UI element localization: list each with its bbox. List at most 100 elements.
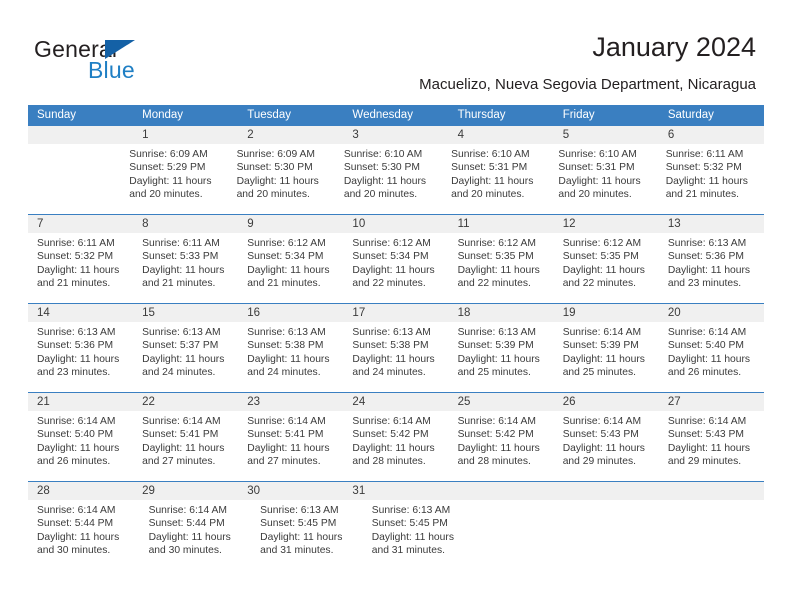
day-cell[interactable]: Sunrise: 6:13 AM Sunset: 5:45 PM Daylight:…: [363, 500, 475, 570]
day-number[interactable]: 13: [659, 215, 764, 233]
day-cell[interactable]: Sunrise: 6:13 AM Sunset: 5:39 PM Daylight:…: [449, 322, 554, 392]
sunset-text: Sunset: 5:36 PM: [667, 251, 744, 263]
weekday-header-tuesday: Tuesday: [247, 109, 291, 121]
weekday-header-wednesday: Wednesday: [352, 109, 413, 121]
day-number[interactable]: 12: [554, 215, 659, 233]
daylight-text: Daylight: 11 hours and 21 minutes.: [37, 264, 120, 289]
daylight-text: Daylight: 11 hours and 31 minutes.: [371, 531, 454, 556]
day-cell[interactable]: Sunrise: 6:12 AM Sunset: 5:35 PM Daylight:…: [554, 233, 659, 303]
day-number[interactable]: 1: [133, 126, 238, 144]
calendar-weeks: 1 2 3 4 5 6 Sunrise: 6:09 AM Sunset: 5:29 PM Day…: [28, 126, 764, 570]
day-cell[interactable]: Sunrise: 6:14 AM Sunset: 5:40 PM Daylight:…: [28, 411, 133, 481]
sunset-text: Sunset: 5:44 PM: [37, 518, 114, 530]
page-title: January 2024: [592, 32, 756, 62]
day-number[interactable]: 5: [554, 126, 659, 144]
sunrise-text: Sunrise: 6:13 AM: [667, 238, 747, 249]
day-number[interactable]: 17: [343, 304, 448, 322]
sunrise-text: Sunrise: 6:13 AM: [142, 327, 221, 338]
day-cell[interactable]: Sunrise: 6:11 AM Sunset: 5:32 PM Daylight:…: [657, 144, 764, 214]
daylight-text: Daylight: 11 hours and 26 minutes.: [37, 442, 120, 467]
day-cell[interactable]: Sunrise: 6:13 AM Sunset: 5:38 PM Daylight:…: [343, 322, 448, 392]
sunrise-text: Sunrise: 6:12 AM: [247, 238, 326, 249]
day-number[interactable]: 4: [449, 126, 554, 144]
day-number[interactable]: 3: [343, 126, 448, 144]
day-number[interactable]: 30: [238, 482, 343, 500]
day-cell[interactable]: Sunrise: 6:14 AM Sunset: 5:41 PM Daylight:…: [133, 411, 238, 481]
sunrise-text: Sunrise: 6:14 AM: [142, 416, 221, 427]
day-cell[interactable]: Sunrise: 6:11 AM Sunset: 5:32 PM Daylight:…: [28, 233, 133, 303]
day-cell-empty: [571, 500, 668, 570]
sunrise-text: Sunrise: 6:10 AM: [451, 149, 530, 160]
day-detail-row: Sunrise: 6:09 AM Sunset: 5:29 PM Daylight:…: [28, 144, 764, 214]
day-number[interactable]: 23: [238, 393, 343, 411]
day-cell[interactable]: Sunrise: 6:10 AM Sunset: 5:31 PM Daylight:…: [442, 144, 549, 214]
calendar-week-row: 1 2 3 4 5 6 Sunrise: 6:09 AM Sunset: 5:29 PM Day…: [28, 126, 764, 214]
general-blue-logo[interactable]: General Blue: [34, 36, 214, 88]
day-cell[interactable]: Sunrise: 6:14 AM Sunset: 5:41 PM Daylight:…: [238, 411, 343, 481]
day-number[interactable]: 27: [659, 393, 764, 411]
day-number[interactable]: 10: [343, 215, 448, 233]
day-number[interactable]: 15: [133, 304, 238, 322]
day-cell[interactable]: Sunrise: 6:14 AM Sunset: 5:44 PM Daylight:…: [28, 500, 140, 570]
daylight-text: Daylight: 11 hours and 24 minutes.: [247, 353, 330, 378]
day-cell[interactable]: Sunrise: 6:13 AM Sunset: 5:38 PM Daylight:…: [238, 322, 343, 392]
day-cell[interactable]: Sunrise: 6:13 AM Sunset: 5:36 PM Daylight:…: [659, 233, 764, 303]
day-number[interactable]: 24: [343, 393, 448, 411]
day-cell[interactable]: Sunrise: 6:13 AM Sunset: 5:37 PM Daylight:…: [133, 322, 238, 392]
day-number[interactable]: 29: [133, 482, 238, 500]
day-number[interactable]: 18: [449, 304, 554, 322]
day-cell[interactable]: Sunrise: 6:14 AM Sunset: 5:43 PM Daylight:…: [659, 411, 764, 481]
day-cell[interactable]: Sunrise: 6:09 AM Sunset: 5:29 PM Daylight:…: [120, 144, 227, 214]
sunset-text: Sunset: 5:38 PM: [247, 340, 324, 352]
daylight-text: Daylight: 11 hours and 22 minutes.: [562, 264, 645, 289]
day-cell[interactable]: Sunrise: 6:14 AM Sunset: 5:42 PM Daylight:…: [343, 411, 448, 481]
daylight-text: Daylight: 11 hours and 30 minutes.: [148, 531, 231, 556]
day-number[interactable]: 21: [28, 393, 133, 411]
day-cell[interactable]: Sunrise: 6:14 AM Sunset: 5:42 PM Daylight:…: [449, 411, 554, 481]
weekday-header-thursday: Thursday: [457, 109, 506, 121]
weekday-header-friday: Friday: [562, 109, 595, 121]
sunset-text: Sunset: 5:31 PM: [558, 162, 635, 174]
daylight-text: Daylight: 11 hours and 23 minutes.: [37, 353, 120, 378]
day-number[interactable]: 20: [659, 304, 764, 322]
day-cell[interactable]: Sunrise: 6:14 AM Sunset: 5:44 PM Daylight:…: [140, 500, 252, 570]
day-cell[interactable]: Sunrise: 6:13 AM Sunset: 5:36 PM Daylight:…: [28, 322, 133, 392]
day-number[interactable]: 26: [554, 393, 659, 411]
day-number[interactable]: 7: [28, 215, 133, 233]
day-number[interactable]: 28: [28, 482, 133, 500]
day-cell[interactable]: Sunrise: 6:12 AM Sunset: 5:34 PM Daylight:…: [238, 233, 343, 303]
day-cell[interactable]: Sunrise: 6:10 AM Sunset: 5:31 PM Daylight:…: [549, 144, 656, 214]
day-number[interactable]: 22: [133, 393, 238, 411]
sunrise-text: Sunrise: 6:12 AM: [352, 238, 431, 249]
day-cell[interactable]: Sunrise: 6:12 AM Sunset: 5:35 PM Daylight:…: [449, 233, 554, 303]
day-detail-row: Sunrise: 6:11 AM Sunset: 5:32 PM Daylight:…: [28, 233, 764, 303]
day-number[interactable]: 9: [238, 215, 343, 233]
daylight-text: Daylight: 11 hours and 20 minutes.: [558, 175, 641, 200]
day-number-row: 7 8 9 10 11 12 13: [28, 215, 764, 233]
day-number[interactable]: 2: [238, 126, 343, 144]
sunrise-text: Sunrise: 6:14 AM: [562, 327, 642, 338]
daylight-text: Daylight: 11 hours and 20 minutes.: [236, 175, 319, 200]
day-number[interactable]: 14: [28, 304, 133, 322]
day-cell[interactable]: Sunrise: 6:13 AM Sunset: 5:45 PM Daylight:…: [251, 500, 363, 570]
day-cell[interactable]: Sunrise: 6:11 AM Sunset: 5:33 PM Daylight:…: [133, 233, 238, 303]
day-cell[interactable]: Sunrise: 6:12 AM Sunset: 5:34 PM Daylight:…: [343, 233, 448, 303]
day-number[interactable]: 6: [659, 126, 764, 144]
day-cell[interactable]: Sunrise: 6:10 AM Sunset: 5:30 PM Daylight:…: [335, 144, 442, 214]
sunset-text: Sunset: 5:39 PM: [562, 340, 639, 352]
day-number[interactable]: 11: [449, 215, 554, 233]
day-cell[interactable]: Sunrise: 6:14 AM Sunset: 5:40 PM Daylight:…: [659, 322, 764, 392]
sunrise-text: Sunrise: 6:09 AM: [129, 149, 208, 160]
day-cell[interactable]: Sunrise: 6:14 AM Sunset: 5:39 PM Daylight:…: [554, 322, 659, 392]
sunset-text: Sunset: 5:45 PM: [260, 518, 337, 530]
day-cell[interactable]: Sunrise: 6:09 AM Sunset: 5:30 PM Daylight:…: [228, 144, 335, 214]
sunrise-text: Sunrise: 6:11 AM: [665, 149, 744, 160]
day-number[interactable]: 25: [449, 393, 554, 411]
sunrise-text: Sunrise: 6:13 AM: [260, 505, 339, 516]
sunrise-text: Sunrise: 6:12 AM: [457, 238, 536, 249]
day-number[interactable]: 16: [238, 304, 343, 322]
day-number[interactable]: 8: [133, 215, 238, 233]
day-number[interactable]: 19: [554, 304, 659, 322]
day-cell[interactable]: Sunrise: 6:14 AM Sunset: 5:43 PM Daylight:…: [554, 411, 659, 481]
day-number[interactable]: 31: [343, 482, 448, 500]
